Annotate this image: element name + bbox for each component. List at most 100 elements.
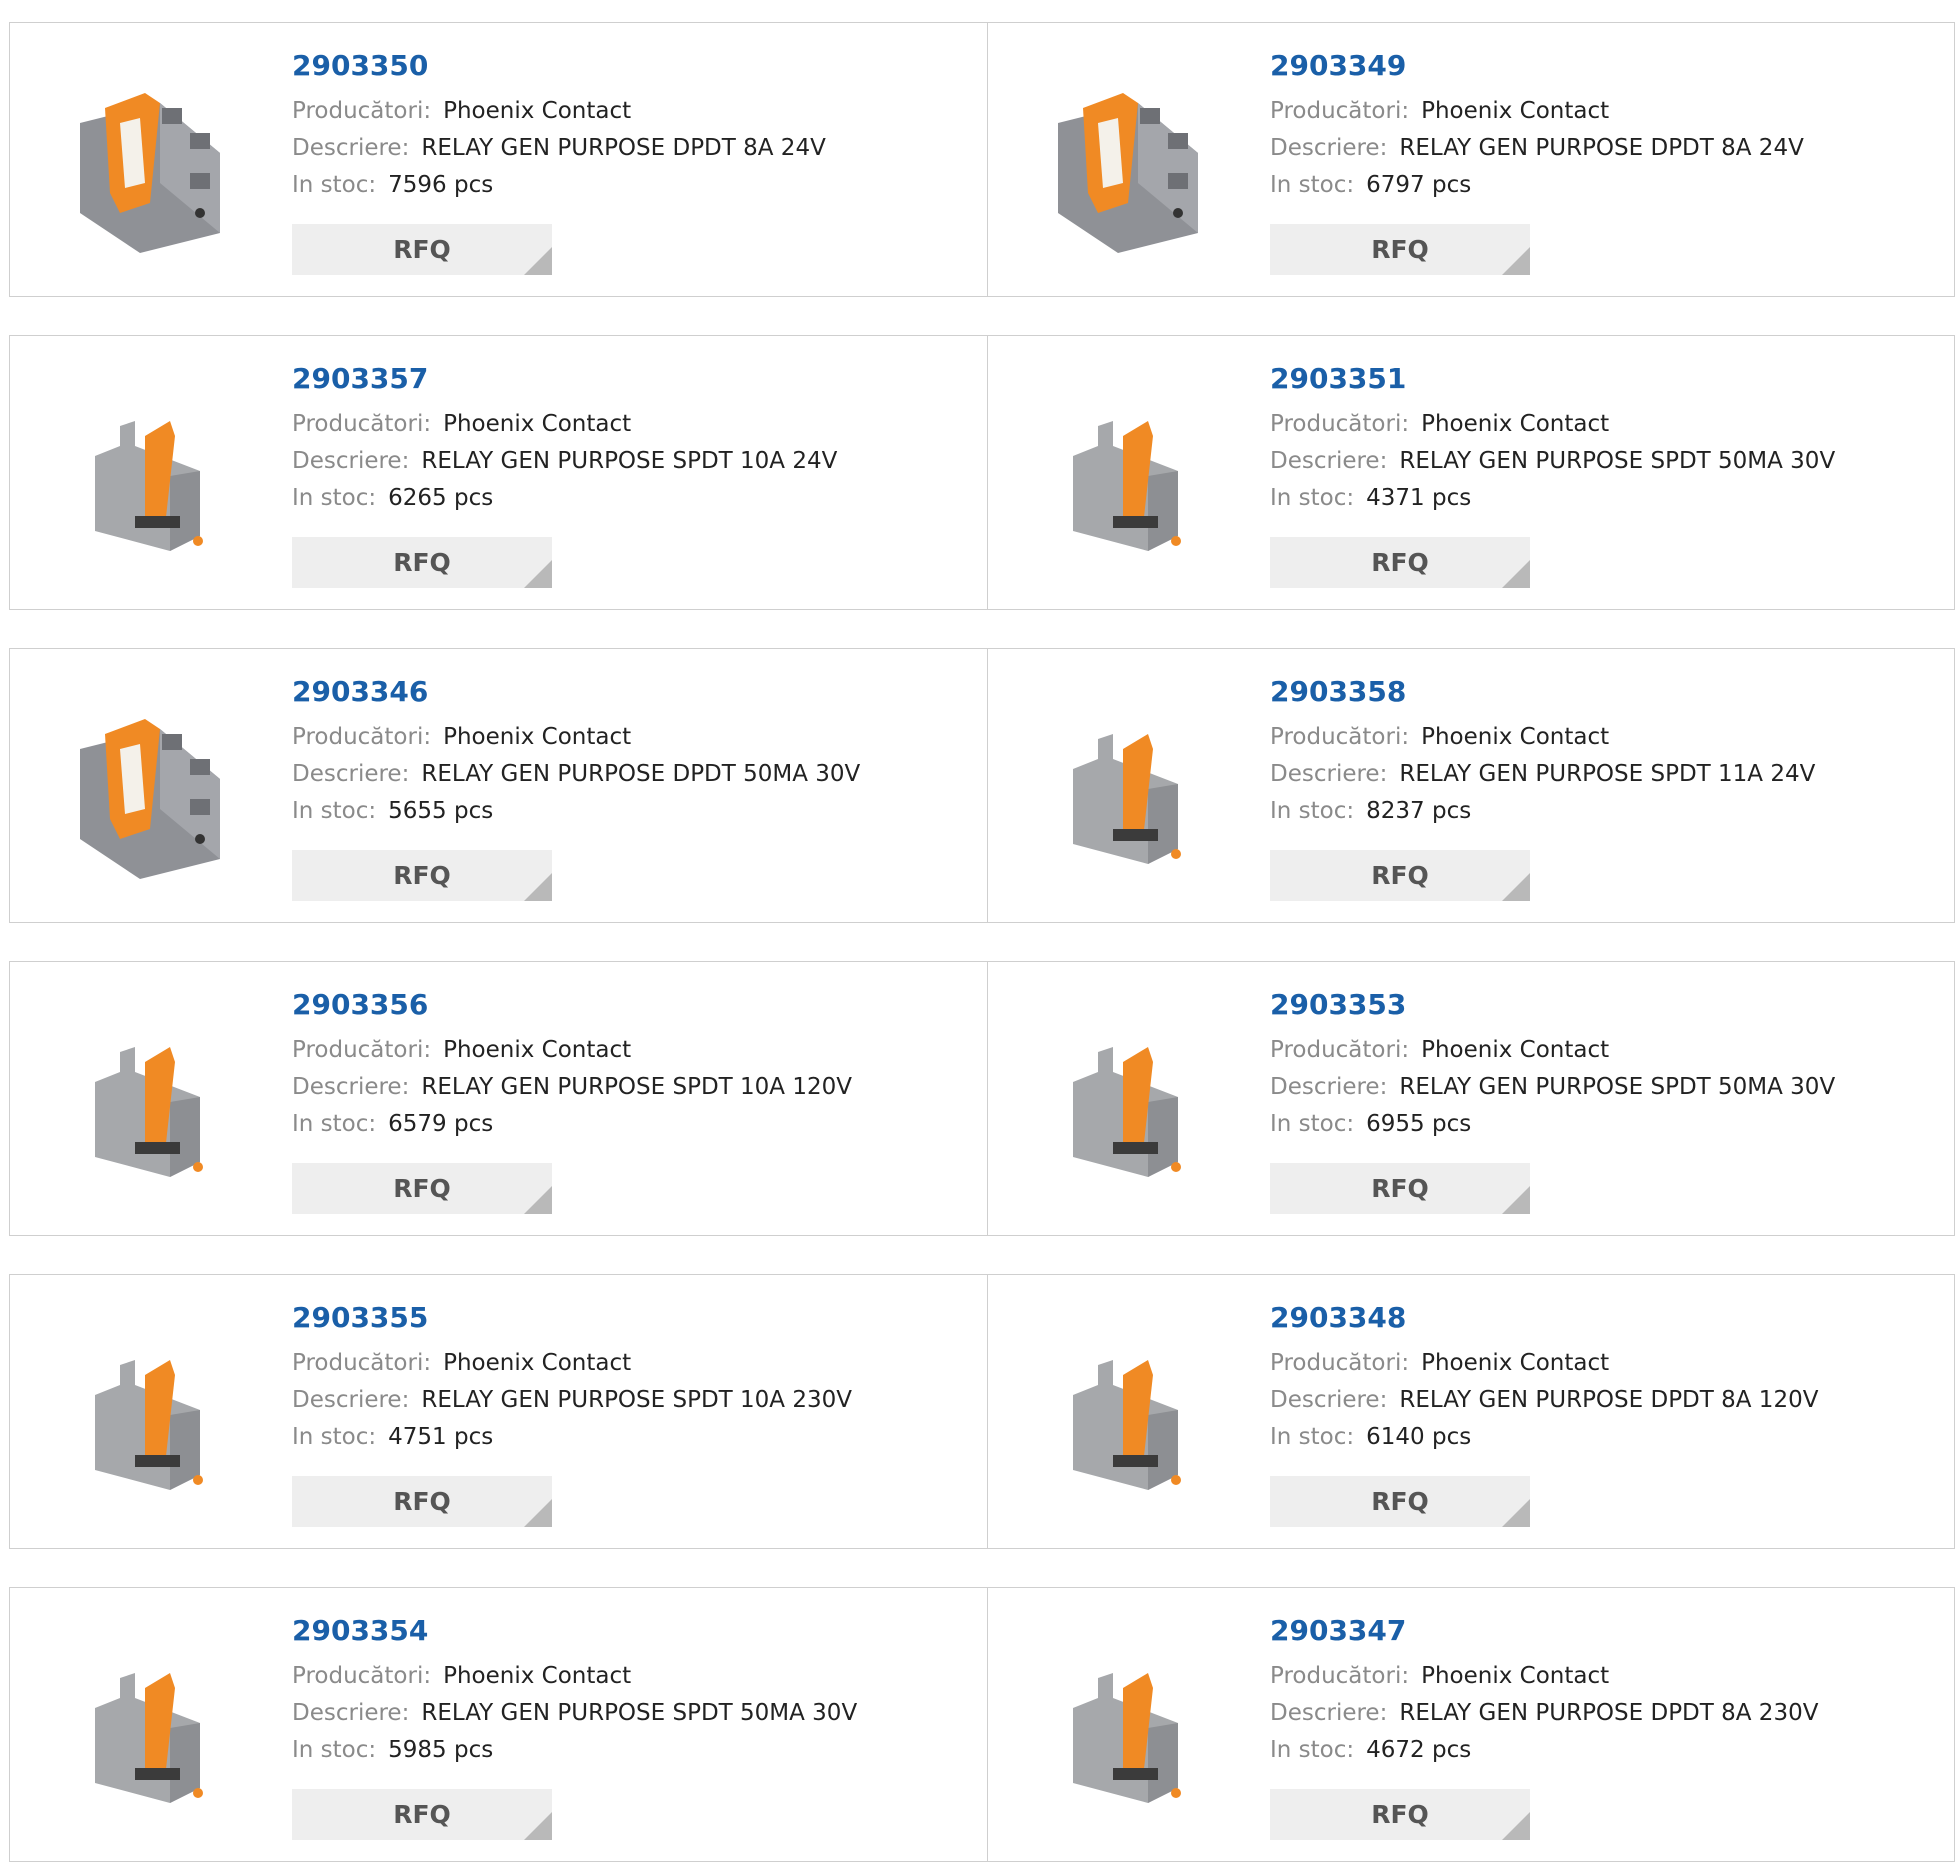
- description-value: RELAY GEN PURPOSE SPDT 10A 24V: [421, 448, 838, 474]
- relay-spdt-icon: [1073, 1047, 1181, 1177]
- stock-value: 6955 pcs: [1366, 1111, 1472, 1137]
- product-image[interactable]: [1028, 376, 1228, 576]
- product-card: 2903349 Producători: Phoenix Contact Desc…: [988, 22, 1955, 297]
- description-row: Descriere: RELAY GEN PURPOSE DPDT 8A 120V: [1270, 1382, 1818, 1419]
- stock-value: 8237 pcs: [1366, 798, 1472, 824]
- product-image[interactable]: [50, 1628, 250, 1828]
- product-info: 2903350 Producători: Phoenix Contact Desc…: [292, 49, 826, 204]
- product-image[interactable]: [1028, 1628, 1228, 1828]
- part-number-link[interactable]: 2903349: [1270, 49, 1804, 83]
- corner-triangle-icon: [1502, 247, 1530, 275]
- stock-row: In stoc: 4751 pcs: [292, 1419, 852, 1456]
- part-number-link[interactable]: 2903354: [292, 1614, 857, 1648]
- product-image[interactable]: [1028, 63, 1228, 263]
- product-image[interactable]: [50, 1315, 250, 1515]
- relay-spdt-icon: [1073, 1360, 1181, 1490]
- stock-value: 5655 pcs: [388, 798, 494, 824]
- rfq-button[interactable]: RFQ: [292, 1476, 552, 1527]
- relay-spdt-icon: [95, 421, 203, 551]
- manufacturer-label: Producători:: [1270, 724, 1410, 750]
- stock-value: 5985 pcs: [388, 1737, 494, 1763]
- description-row: Descriere: RELAY GEN PURPOSE DPDT 50MA 30…: [292, 756, 860, 793]
- product-card: 2903356 Producători: Phoenix Contact Desc…: [9, 961, 988, 1236]
- part-number-link[interactable]: 2903358: [1270, 675, 1815, 709]
- rfq-label: RFQ: [393, 1487, 451, 1516]
- rfq-button[interactable]: RFQ: [292, 1789, 552, 1840]
- rfq-button[interactable]: RFQ: [1270, 1163, 1530, 1214]
- product-image[interactable]: [1028, 1315, 1228, 1515]
- stock-value: 7596 pcs: [388, 172, 494, 198]
- rfq-button[interactable]: RFQ: [292, 224, 552, 275]
- product-image[interactable]: [1028, 689, 1228, 889]
- part-number-link[interactable]: 2903348: [1270, 1301, 1818, 1335]
- manufacturer-row: Producători: Phoenix Contact: [292, 1658, 857, 1695]
- corner-triangle-icon: [1502, 1499, 1530, 1527]
- description-value: RELAY GEN PURPOSE SPDT 11A 24V: [1399, 761, 1816, 787]
- description-label: Descriere:: [292, 448, 410, 474]
- manufacturer-row: Producători: Phoenix Contact: [1270, 1658, 1818, 1695]
- stock-label: In stoc:: [1270, 1111, 1355, 1137]
- manufacturer-row: Producători: Phoenix Contact: [292, 719, 860, 756]
- corner-triangle-icon: [524, 873, 552, 901]
- part-number-link[interactable]: 2903346: [292, 675, 860, 709]
- stock-row: In stoc: 4672 pcs: [1270, 1732, 1818, 1769]
- product-image[interactable]: [50, 1002, 250, 1202]
- product-grid: 2903350 Producători: Phoenix Contact Desc…: [0, 0, 1955, 1862]
- relay-dpdt-icon: [80, 719, 220, 879]
- part-number-link[interactable]: 2903350: [292, 49, 826, 83]
- part-number-link[interactable]: 2903357: [292, 362, 837, 396]
- description-label: Descriere:: [292, 1700, 410, 1726]
- rfq-label: RFQ: [393, 861, 451, 890]
- rfq-button[interactable]: RFQ: [1270, 224, 1530, 275]
- rfq-button[interactable]: RFQ: [292, 1163, 552, 1214]
- product-card: 2903348 Producători: Phoenix Contact Desc…: [988, 1274, 1955, 1549]
- product-image[interactable]: [1028, 1002, 1228, 1202]
- product-card: 2903357 Producători: Phoenix Contact Desc…: [9, 335, 988, 610]
- rfq-button[interactable]: RFQ: [1270, 537, 1530, 588]
- part-number-link[interactable]: 2903356: [292, 988, 852, 1022]
- rfq-button[interactable]: RFQ: [1270, 1789, 1530, 1840]
- stock-label: In stoc:: [292, 1737, 377, 1763]
- relay-spdt-icon: [1073, 421, 1181, 551]
- description-row: Descriere: RELAY GEN PURPOSE SPDT 50MA 30…: [1270, 443, 1835, 480]
- manufacturer-row: Producători: Phoenix Contact: [292, 1345, 852, 1382]
- manufacturer-label: Producători:: [292, 98, 432, 124]
- description-row: Descriere: RELAY GEN PURPOSE DPDT 8A 24V: [1270, 130, 1804, 167]
- product-info: 2903349 Producători: Phoenix Contact Desc…: [1270, 49, 1804, 204]
- corner-triangle-icon: [1502, 1812, 1530, 1840]
- stock-label: In stoc:: [292, 1111, 377, 1137]
- description-value: RELAY GEN PURPOSE SPDT 50MA 30V: [421, 1700, 858, 1726]
- product-info: 2903347 Producători: Phoenix Contact Desc…: [1270, 1614, 1818, 1769]
- description-row: Descriere: RELAY GEN PURPOSE DPDT 8A 24V: [292, 130, 826, 167]
- stock-label: In stoc:: [1270, 1737, 1355, 1763]
- rfq-label: RFQ: [393, 235, 451, 264]
- part-number-link[interactable]: 2903355: [292, 1301, 852, 1335]
- product-image[interactable]: [50, 376, 250, 576]
- product-info: 2903356 Producători: Phoenix Contact Desc…: [292, 988, 852, 1143]
- part-number-link[interactable]: 2903353: [1270, 988, 1835, 1022]
- rfq-button[interactable]: RFQ: [292, 537, 552, 588]
- part-number-link[interactable]: 2903347: [1270, 1614, 1818, 1648]
- manufacturer-row: Producători: Phoenix Contact: [292, 93, 826, 130]
- rfq-button[interactable]: RFQ: [292, 850, 552, 901]
- description-label: Descriere:: [1270, 448, 1388, 474]
- description-value: RELAY GEN PURPOSE SPDT 10A 120V: [421, 1074, 852, 1100]
- manufacturer-label: Producători:: [292, 411, 432, 437]
- manufacturer-value: Phoenix Contact: [443, 411, 632, 437]
- manufacturer-value: Phoenix Contact: [1421, 98, 1610, 124]
- description-label: Descriere:: [292, 1074, 410, 1100]
- relay-spdt-icon: [1073, 1673, 1181, 1803]
- part-number-link[interactable]: 2903351: [1270, 362, 1835, 396]
- rfq-button[interactable]: RFQ: [1270, 1476, 1530, 1527]
- description-label: Descriere:: [1270, 135, 1388, 161]
- product-image[interactable]: [50, 689, 250, 889]
- manufacturer-label: Producători:: [1270, 1663, 1410, 1689]
- stock-row: In stoc: 5655 pcs: [292, 793, 860, 830]
- stock-label: In stoc:: [292, 1424, 377, 1450]
- description-row: Descriere: RELAY GEN PURPOSE SPDT 11A 24V: [1270, 756, 1815, 793]
- product-image[interactable]: [50, 63, 250, 263]
- stock-label: In stoc:: [1270, 798, 1355, 824]
- rfq-button[interactable]: RFQ: [1270, 850, 1530, 901]
- manufacturer-row: Producători: Phoenix Contact: [292, 406, 837, 443]
- stock-value: 6140 pcs: [1366, 1424, 1472, 1450]
